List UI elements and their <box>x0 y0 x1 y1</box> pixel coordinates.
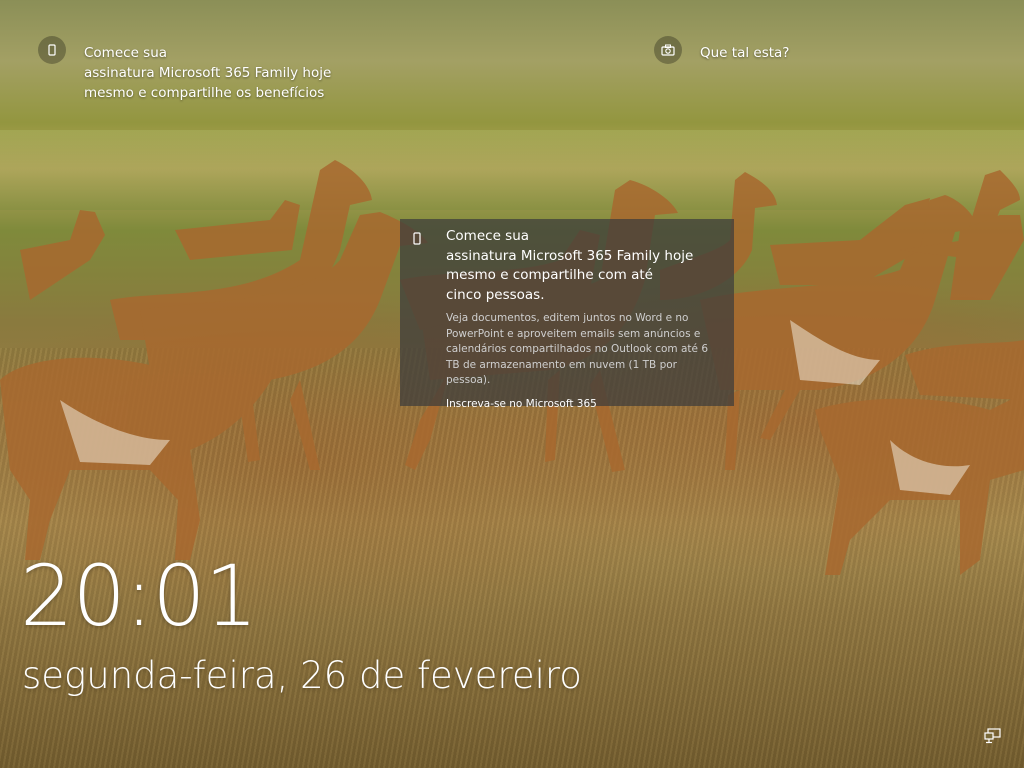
flyout-title-line: assinatura Microsoft 365 Family hoje <box>446 247 694 264</box>
flyout-title-line: Comece sua <box>446 228 530 244</box>
flyout-body-line: TB de armazenamento em nuvem (1 TB por p… <box>446 358 677 387</box>
flyout-body-line: Veja documentos, editem juntos no Word e… <box>446 312 689 324</box>
lock-clock: 20:01 <box>20 547 258 645</box>
flyout-title-line: cinco pessoas. <box>446 286 545 303</box>
network-icon[interactable] <box>984 728 1002 744</box>
notice-line: assinatura Microsoft 365 Family hoje <box>84 65 332 81</box>
subscribe-link[interactable]: Inscreva-se no Microsoft 365 <box>446 397 722 411</box>
flyout-title: Comece sua assinatura Microsoft 365 Fami… <box>446 227 722 305</box>
phone-icon <box>38 36 66 64</box>
flyout-description: Veja documentos, editem juntos no Word e… <box>446 311 722 389</box>
flyout-body-line: PowerPoint e aproveitem emails sem anúnc… <box>446 327 701 340</box>
camera-icon <box>654 36 682 64</box>
flyout-body-line: calendários compartilhados no Outlook co… <box>446 343 709 355</box>
notice-line: Comece sua <box>84 45 168 61</box>
spotlight-flyout: Comece sua assinatura Microsoft 365 Fami… <box>400 219 734 410</box>
like-this-image-label: Que tal esta? <box>700 45 790 61</box>
lock-date: segunda-feira, 26 de fevereiro <box>22 654 582 697</box>
notice-line: mesmo e compartilhe os benefícios <box>84 85 325 101</box>
flyout-title-line: mesmo e compartilhe com até <box>446 267 653 283</box>
lock-screen: Comece sua assinatura Microsoft 365 Fami… <box>0 0 1024 768</box>
spotlight-notice[interactable]: Comece sua assinatura Microsoft 365 Fami… <box>38 36 344 103</box>
phone-icon <box>413 232 421 245</box>
like-this-image-button[interactable]: Que tal esta? <box>654 36 789 64</box>
notice-text: Comece sua assinatura Microsoft 365 Fami… <box>84 43 344 103</box>
